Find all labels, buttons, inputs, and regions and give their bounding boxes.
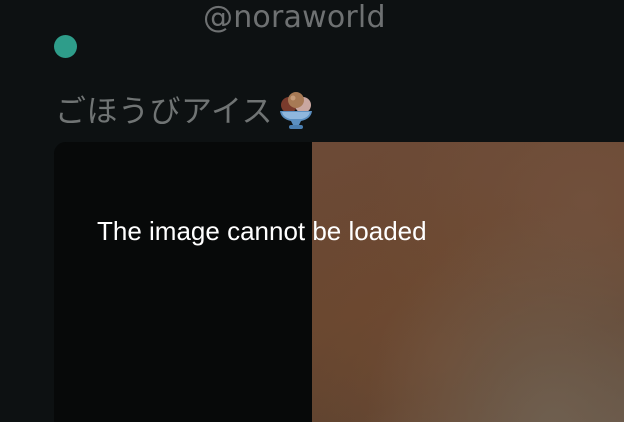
post-title-row: ごほうびアイス	[55, 90, 317, 134]
blurred-photo	[312, 142, 624, 422]
post-title: ごほうびアイス	[55, 94, 274, 130]
ice-cream-sundae-icon	[275, 91, 317, 133]
post-screen: @noraworld ごほうびアイス The image cannot be l…	[0, 0, 624, 422]
image-load-error-message: The image cannot be loaded	[97, 216, 427, 246]
post-media-card[interactable]	[54, 142, 624, 422]
status-dot-icon	[54, 35, 77, 58]
username-label[interactable]: @noraworld	[203, 0, 386, 38]
media-placeholder-panel	[54, 142, 312, 422]
